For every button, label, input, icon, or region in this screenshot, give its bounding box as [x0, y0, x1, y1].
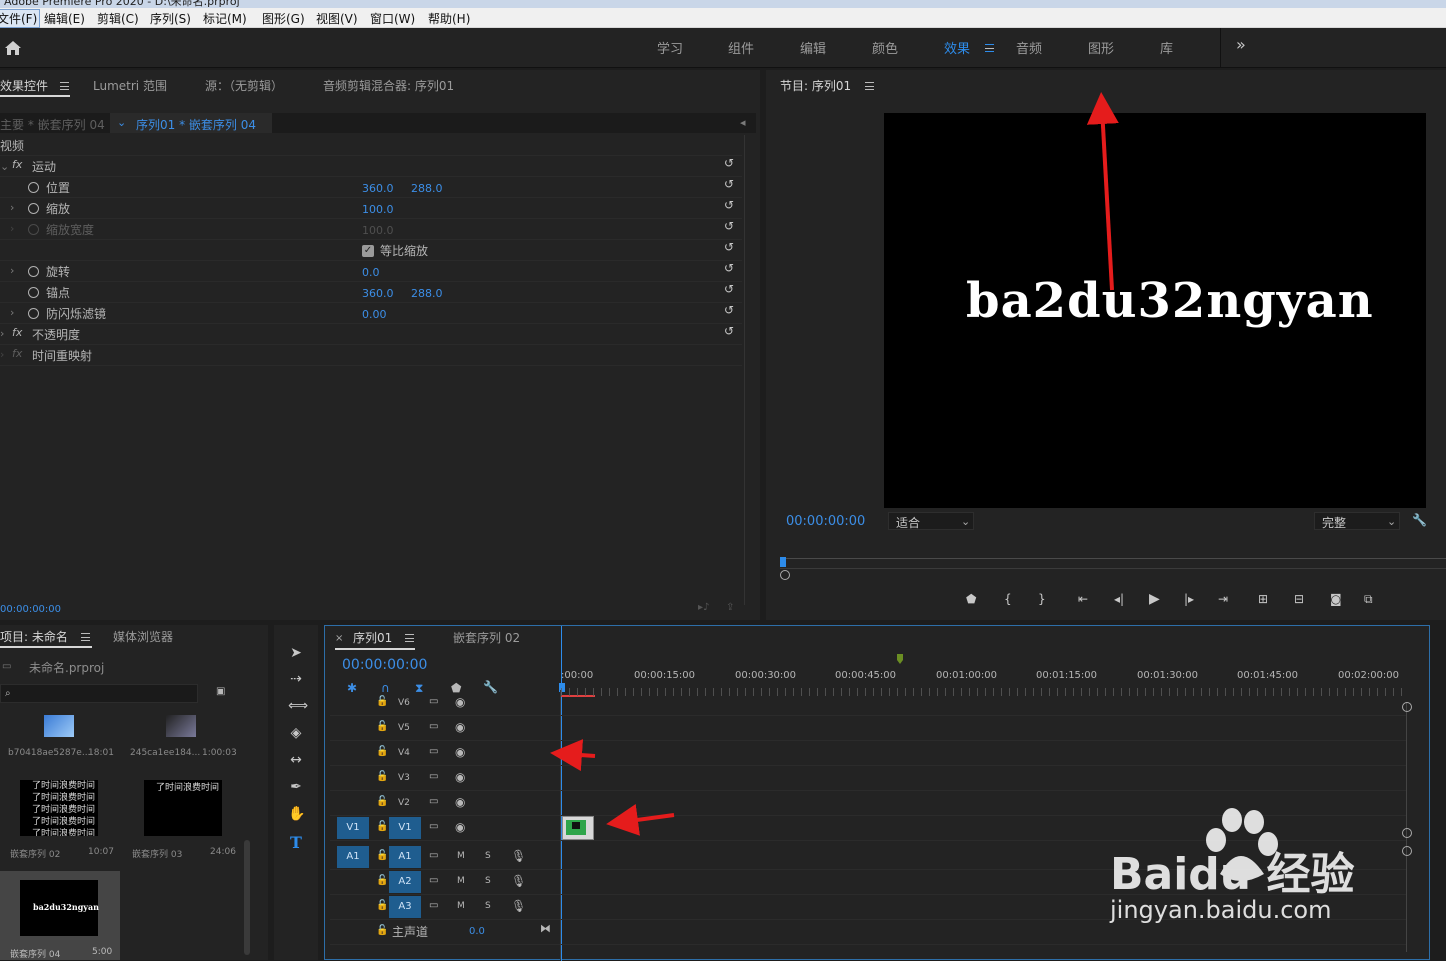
arrow-annotation	[550, 739, 596, 772]
arrow-annotation	[1086, 92, 1119, 291]
watermark-url: jingyan.baidu.com	[1110, 896, 1332, 924]
arrow-annotation	[606, 804, 675, 836]
watermark-brand: Baidu 经验	[1110, 849, 1355, 900]
watermark: Baidu 经验 jingyan.baidu.com	[1110, 808, 1430, 928]
